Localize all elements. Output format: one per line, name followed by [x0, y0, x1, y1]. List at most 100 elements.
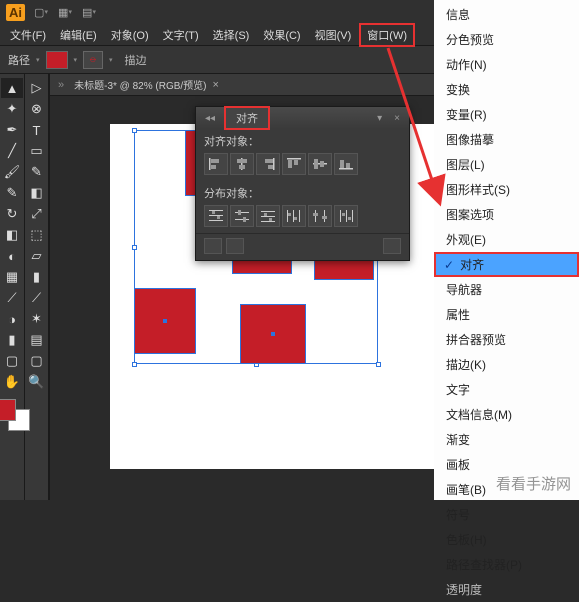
menu-item[interactable]: 变量(R)	[434, 102, 579, 127]
menu-object[interactable]: 对象(O)	[105, 25, 155, 45]
menu-item[interactable]: 外观(E)	[434, 227, 579, 252]
align-top-icon[interactable]	[282, 153, 306, 175]
menu-view[interactable]: 视图(V)	[309, 25, 358, 45]
eraser-tool[interactable]: ◧	[26, 183, 48, 203]
stroke-style-button[interactable]: ⦵	[83, 51, 103, 69]
menu-effect[interactable]: 效果(C)	[257, 25, 306, 45]
panel-close-icon[interactable]: ×	[391, 113, 403, 124]
menu-edit[interactable]: 编辑(E)	[54, 25, 103, 45]
symbol-sprayer-tool[interactable]: ✶	[26, 309, 48, 329]
free-transform-tool[interactable]: ⬚	[26, 225, 48, 245]
selection-tool[interactable]: ▲	[1, 78, 23, 98]
blob-brush-tool[interactable]: ✎	[1, 183, 23, 203]
dist-spacing-v-icon[interactable]	[226, 238, 244, 254]
menu-item[interactable]: 图像描摹	[434, 127, 579, 152]
menu-item[interactable]: 文档信息(M)	[434, 402, 579, 427]
zoom-tool[interactable]: 🔍	[26, 372, 48, 392]
rectangle-object[interactable]	[240, 304, 306, 364]
hand-tool[interactable]: ✋	[1, 372, 23, 392]
align-bottom-icon[interactable]	[334, 153, 358, 175]
menu-item-align-highlighted[interactable]: ✓ 对齐	[434, 252, 579, 277]
path-dropdown-icon[interactable]: ▾	[36, 56, 40, 64]
selection-handle[interactable]	[132, 128, 137, 133]
layout-icon[interactable]: ▦▾	[57, 4, 73, 20]
menu-item[interactable]: 分色预览	[434, 27, 579, 52]
menu-item[interactable]: 文字	[434, 377, 579, 402]
line-tool[interactable]: ╱	[1, 141, 23, 161]
dist-vcenter-icon[interactable]	[230, 205, 254, 227]
fill-swatch[interactable]	[46, 51, 68, 69]
paintbrush-tool[interactable]: 🖌	[1, 162, 23, 182]
rectangle-tool[interactable]: ▭	[26, 141, 48, 161]
menu-select[interactable]: 选择(S)	[207, 25, 256, 45]
align-left-icon[interactable]	[204, 153, 228, 175]
artboard-tool[interactable]: ▢	[1, 351, 23, 371]
menu-item[interactable]: 图形样式(S)	[434, 177, 579, 202]
perspective-grid-tool[interactable]: ▱	[26, 246, 48, 266]
lasso-tool[interactable]: ⊗	[26, 99, 48, 119]
eyedropper-tool[interactable]: ⟋	[1, 288, 23, 308]
document-tab-title[interactable]: 未标题-3* @ 82% (RGB/预览)	[74, 77, 206, 92]
selection-handle[interactable]	[132, 245, 137, 250]
dist-spacing-h-icon[interactable]	[204, 238, 222, 254]
workspace-icon[interactable]: ▢▾	[33, 4, 49, 20]
pencil-tool[interactable]: ✎	[26, 162, 48, 182]
dist-bottom-icon[interactable]	[256, 205, 280, 227]
menu-item[interactable]: 图案选项	[434, 202, 579, 227]
menu-item-transparency[interactable]: 透明度	[434, 577, 579, 602]
align-hcenter-icon[interactable]	[230, 153, 254, 175]
column-graph-tool[interactable]: ▮	[1, 330, 23, 350]
dist-right-icon[interactable]	[334, 205, 358, 227]
align-right-icon[interactable]	[256, 153, 280, 175]
blend-tool[interactable]: ◑	[1, 309, 23, 329]
menu-file[interactable]: 文件(F)	[4, 25, 52, 45]
rotate-tool[interactable]: ↻	[1, 204, 23, 224]
magic-wand-tool[interactable]: ✦	[1, 99, 23, 119]
rectangle-object[interactable]	[134, 288, 196, 354]
dist-top-icon[interactable]	[204, 205, 228, 227]
dist-hcenter-icon[interactable]	[308, 205, 332, 227]
menu-item[interactable]: 变换	[434, 77, 579, 102]
tabs-chevron-icon[interactable]: »	[58, 79, 64, 91]
gradient-tool[interactable]: ▮	[26, 267, 48, 287]
menu-item[interactable]: 符号	[434, 502, 579, 527]
fill-stroke-swatch[interactable]	[0, 393, 30, 431]
measure-tool[interactable]: ⟋	[26, 288, 48, 308]
width-tool[interactable]: ◧	[1, 225, 23, 245]
tools-col-1: ▲ ✦ ✒ ╱ 🖌 ✎ ↻ ◧ ◐ ▦ ⟋ ◑ ▮ ▢ ✋	[0, 74, 25, 500]
align-vcenter-icon[interactable]	[308, 153, 332, 175]
dist-left-icon[interactable]	[282, 205, 306, 227]
menu-item[interactable]: 拼合器预览	[434, 327, 579, 352]
menu-item[interactable]: 导航器	[434, 277, 579, 302]
print-tiling-tool[interactable]: ▢	[26, 351, 48, 371]
fill-dropdown-icon[interactable]: ▾	[74, 56, 78, 64]
mesh-tool[interactable]: ▦	[1, 267, 23, 287]
menu-item[interactable]: 图层(L)	[434, 152, 579, 177]
panel-tab-align[interactable]: 对齐	[224, 106, 270, 130]
document-tab-close[interactable]: ×	[213, 79, 219, 91]
center-anchor	[271, 332, 275, 336]
align-to-icon[interactable]	[383, 238, 401, 254]
menu-window[interactable]: 窗口(W)	[359, 23, 415, 47]
type-tool[interactable]: T	[26, 120, 48, 140]
menu-item[interactable]: 属性	[434, 302, 579, 327]
menu-item[interactable]: 路径查找器(P)	[434, 552, 579, 577]
slice-tool[interactable]: ▤	[26, 330, 48, 350]
menu-item[interactable]: 信息	[434, 2, 579, 27]
menu-item[interactable]: 色板(H)	[434, 527, 579, 552]
selection-handle[interactable]	[376, 362, 381, 367]
menu-type[interactable]: 文字(T)	[157, 25, 205, 45]
shape-builder-tool[interactable]: ◐	[1, 246, 23, 266]
scale-tool[interactable]: ⤢	[26, 204, 48, 224]
direct-selection-tool[interactable]: ▷	[26, 78, 48, 98]
panel-collapse-icon[interactable]: ◂◂	[202, 113, 218, 124]
menu-item[interactable]: 描边(K)	[434, 352, 579, 377]
panel-header[interactable]: ◂◂ 对齐 ▾ ×	[196, 107, 409, 129]
pen-tool[interactable]: ✒	[1, 120, 23, 140]
panel-menu-icon[interactable]: ▾	[374, 113, 385, 124]
menu-item[interactable]: 动作(N)	[434, 52, 579, 77]
arrange-icon[interactable]: ▤▾	[81, 4, 97, 20]
selection-handle[interactable]	[132, 362, 137, 367]
menu-item[interactable]: 渐变	[434, 427, 579, 452]
stroke-dropdown-icon[interactable]: ▾	[109, 56, 113, 64]
